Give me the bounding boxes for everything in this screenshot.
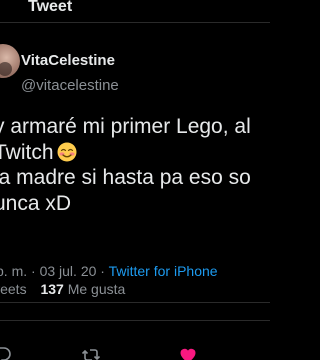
stats-divider — [0, 320, 270, 321]
tweet-line: Twitch — [0, 140, 270, 166]
tweet-line-text: Twitch — [0, 140, 54, 164]
retweet-icon[interactable] — [81, 345, 101, 360]
meta-separator: · — [31, 263, 36, 279]
smiling-face-with-blush-icon — [57, 142, 77, 161]
meta-divider — [0, 302, 270, 303]
avatar[interactable] — [0, 44, 20, 78]
likes-label: Me gusta — [67, 281, 126, 297]
tweet-stats: weets 137 Me gusta — [0, 281, 125, 297]
retweets-stat[interactable]: weets — [0, 281, 27, 297]
tweet-date: 03 jul. 20 — [39, 263, 97, 279]
retweets-label: weets — [0, 281, 27, 297]
tweet-line: unca xD — [0, 191, 72, 215]
tweet-time: p. m. — [0, 263, 28, 279]
tweet-source-link[interactable]: Twitter for iPhone — [109, 263, 218, 279]
likes-stat[interactable]: 137 Me gusta — [40, 281, 125, 297]
tweet-line: y armaré mi primer Lego, al — [0, 115, 251, 138]
tweet-detail-screen: Tweet VitaCelestine @vitacelestine y arm… — [0, 0, 270, 360]
likes-count: 137 — [40, 281, 64, 297]
reply-icon[interactable] — [0, 345, 12, 360]
page-title: Tweet — [28, 0, 73, 15]
meta-separator: · — [100, 263, 105, 279]
header-divider — [0, 22, 270, 23]
tweet-meta: p. m. · 03 jul. 20 · Twitter for iPhone — [0, 263, 218, 279]
author-handle[interactable]: @vitacelestine — [21, 77, 119, 94]
author-display-name[interactable]: VitaCelestine — [21, 52, 115, 69]
tweet-line: la madre si hasta pa eso so — [0, 166, 251, 189]
action-bar — [0, 345, 270, 360]
heart-icon[interactable] — [178, 345, 198, 360]
top-bar: Tweet — [0, 0, 270, 24]
tweet-text: y armaré mi primer Lego, al Twitch la ma… — [0, 114, 270, 216]
